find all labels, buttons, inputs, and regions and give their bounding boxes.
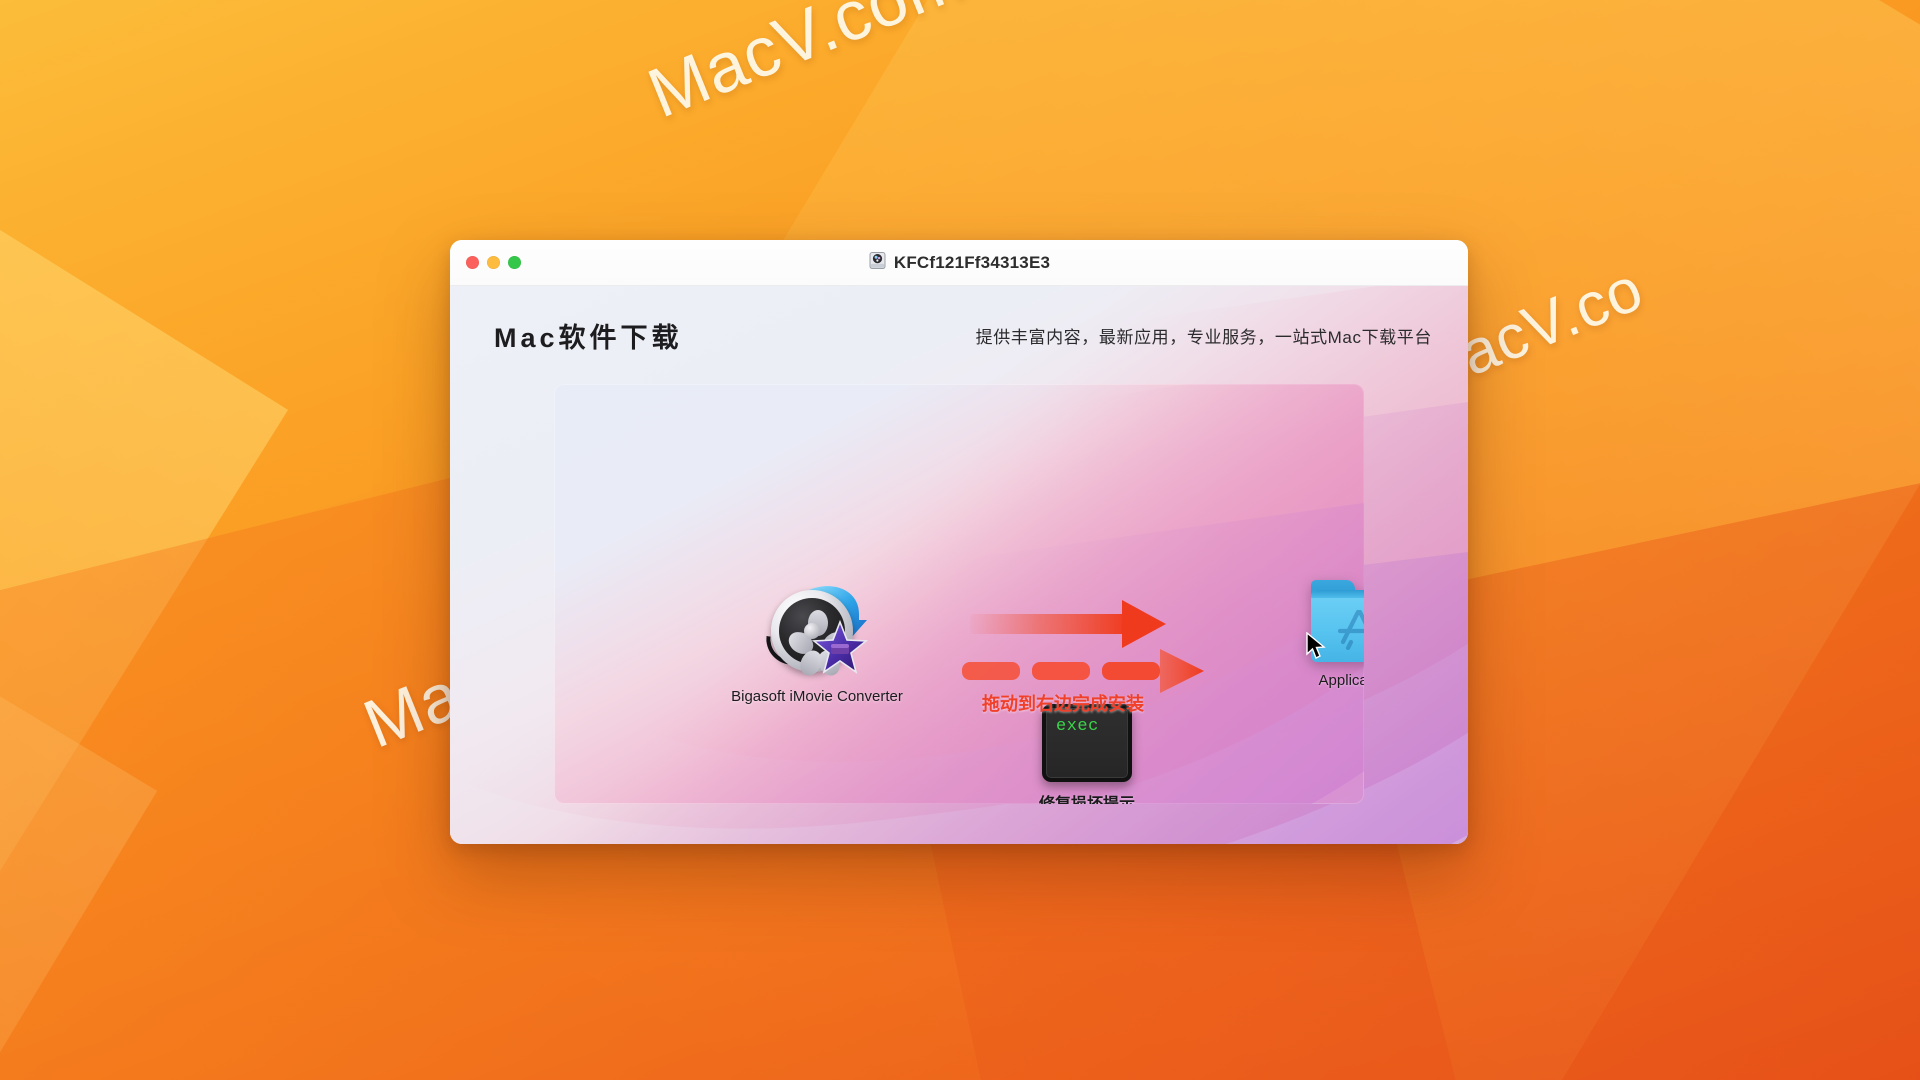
mouse-cursor-icon	[1305, 631, 1327, 660]
disk-image-icon	[868, 251, 887, 275]
brand-tagline: 提供丰富内容，最新应用，专业服务，一站式Mac下载平台	[975, 327, 1432, 347]
installer-content-card: 拖动到右边完成安装 Bigasoft iMovie Converter Appl…	[554, 384, 1364, 804]
window-title-group: KFCf121Ff34313E3	[450, 240, 1468, 286]
dmg-header: Mac软件下载 提供丰富内容，最新应用，专业服务，一站式Mac下载平台	[450, 286, 1468, 384]
exec-script-item[interactable]: exec 修复损坏提示	[972, 704, 1202, 804]
close-button[interactable]	[466, 256, 479, 269]
app-icon-item[interactable]: Bigasoft iMovie Converter	[702, 580, 932, 705]
exec-script-label: 修复损坏提示	[1039, 790, 1135, 804]
desktop-background: MacV.com MacV.co MacV.com	[0, 0, 1920, 1080]
dmg-body: Mac软件下载 提供丰富内容，最新应用，专业服务，一站式Mac下载平台 拖动到右…	[450, 286, 1468, 844]
applications-folder-icon[interactable]	[1306, 580, 1364, 664]
traffic-light-group	[466, 256, 521, 269]
applications-folder-item[interactable]: Applications	[1244, 580, 1364, 689]
terminal-text: exec	[1056, 717, 1099, 736]
imovie-star-icon	[811, 619, 869, 678]
window-title: KFCf121Ff34313E3	[893, 253, 1051, 272]
applications-folder-label: Applications	[1318, 672, 1364, 689]
drag-instruction-text: 拖动到右边完成安装	[982, 694, 1144, 714]
zoom-button[interactable]	[508, 256, 521, 269]
watermark-top: MacV.com	[637, 0, 975, 133]
brand-title: Mac软件下载	[494, 322, 683, 353]
background-band	[0, 420, 158, 1080]
dmg-window[interactable]: KFCf121Ff34313E3 Mac软件下载 提供丰富内容，最新应用，专业服…	[450, 240, 1468, 844]
app-store-logo-icon	[1336, 602, 1364, 651]
app-icon-label: Bigasoft iMovie Converter	[731, 688, 903, 705]
window-title-bar[interactable]: KFCf121Ff34313E3	[450, 240, 1468, 286]
background-band	[0, 0, 289, 1080]
folder-lip	[1311, 590, 1364, 598]
bigasoft-imovie-converter-icon[interactable]	[763, 580, 869, 680]
minimize-button[interactable]	[487, 256, 500, 269]
